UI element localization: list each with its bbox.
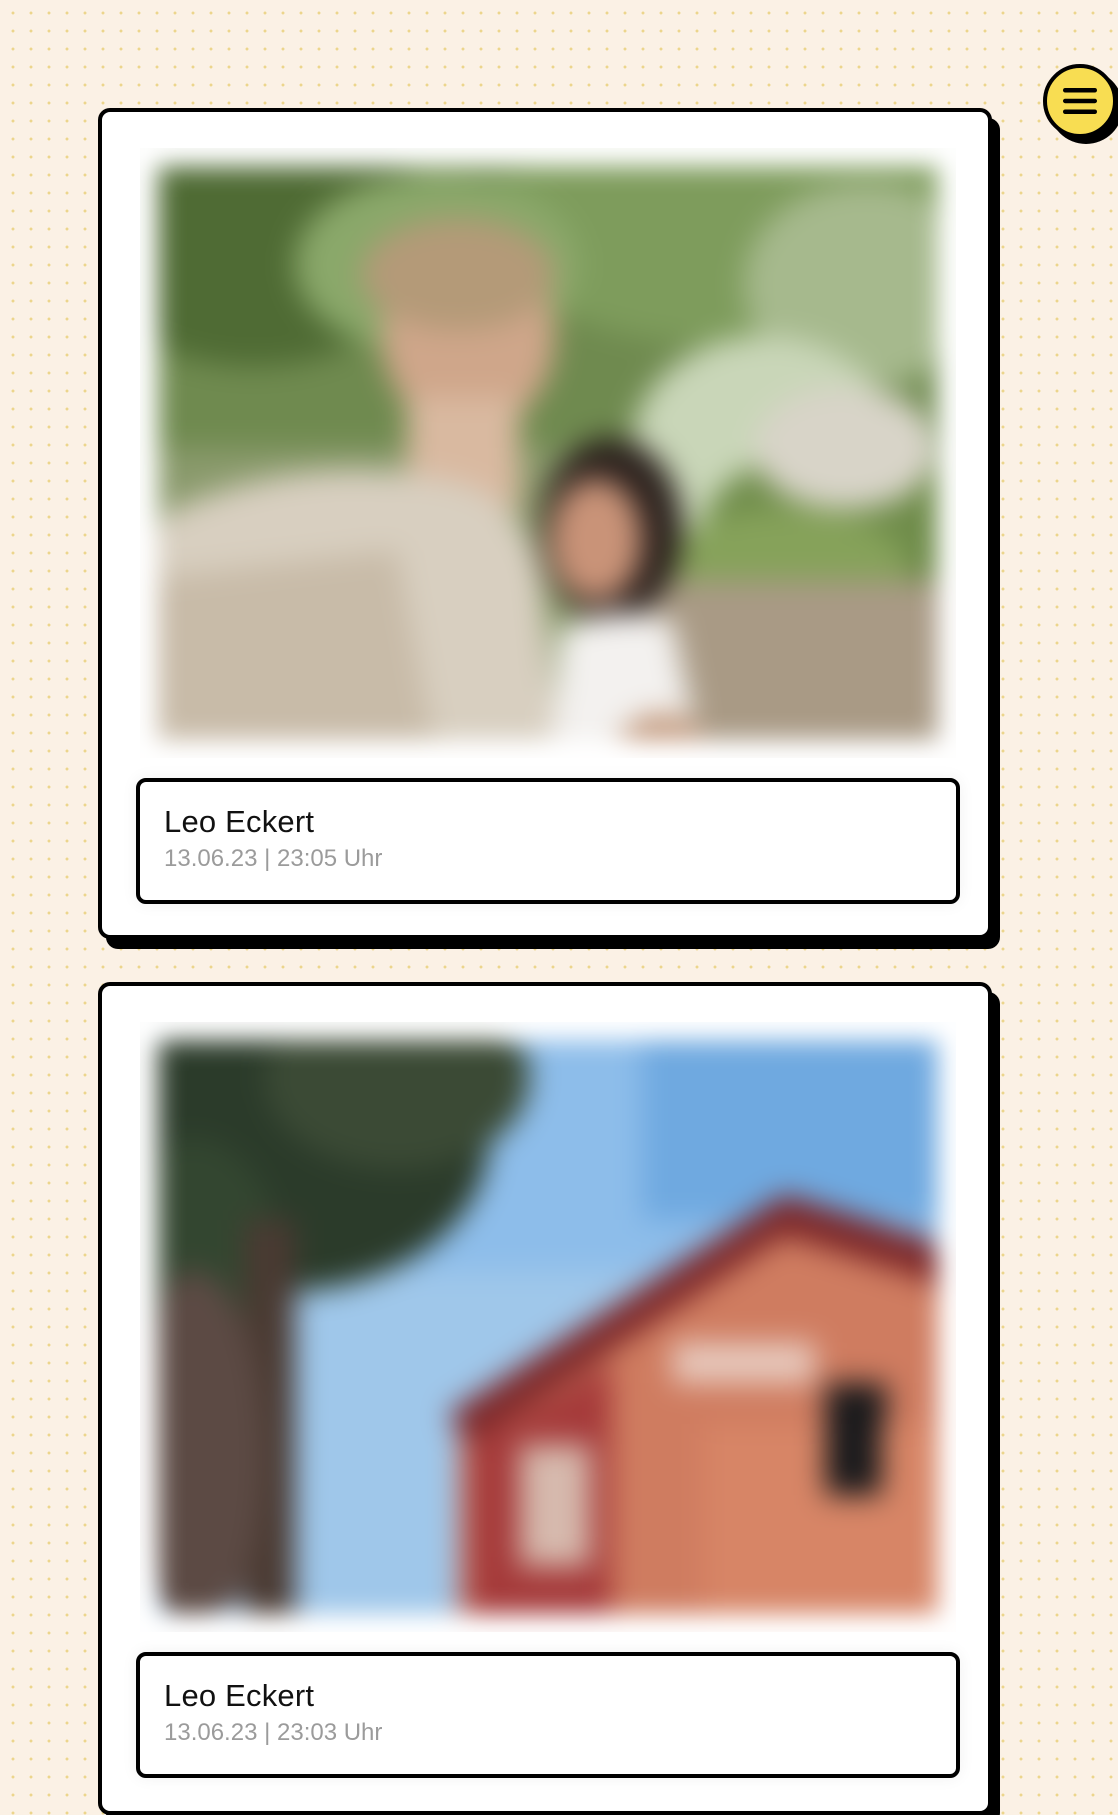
hamburger-menu-icon: [1060, 84, 1100, 118]
post-card[interactable]: Leo Eckert 13.06.23 | 23:05 Uhr: [98, 108, 992, 939]
post-timestamp: 13.06.23 | 23:03 Uhr: [164, 1719, 383, 1746]
post-author[interactable]: Leo Eckert: [164, 804, 956, 840]
post-caption: Leo Eckert 13.06.23 | 23:05 Uhr: [136, 778, 960, 904]
post-photo[interactable]: [140, 1022, 956, 1632]
post-timestamp: 13.06.23 | 23:05 Uhr: [164, 845, 383, 872]
post-author[interactable]: Leo Eckert: [164, 1678, 956, 1714]
post-photo-image: [140, 148, 956, 758]
post-photo[interactable]: [140, 148, 956, 758]
post-caption: Leo Eckert 13.06.23 | 23:03 Uhr: [136, 1652, 960, 1778]
post-card[interactable]: Leo Eckert 13.06.23 | 23:03 Uhr: [98, 982, 992, 1815]
post-photo-image: [140, 1022, 956, 1632]
menu-button[interactable]: [1043, 64, 1117, 138]
